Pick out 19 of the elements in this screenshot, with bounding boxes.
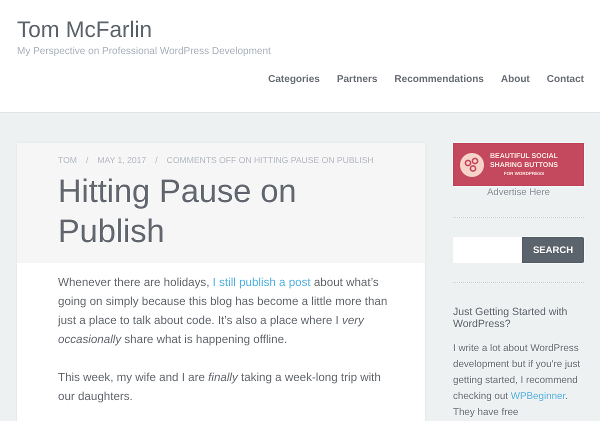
advertise-link[interactable]: Advertise Here — [453, 187, 584, 198]
search-button[interactable]: SEARCH — [522, 237, 584, 263]
share-icon — [460, 152, 484, 176]
nav-link[interactable]: Recommendations — [394, 74, 484, 85]
post-title: Hitting Pause on Publish — [58, 172, 298, 251]
post-paragraph: Whenever there are holidays, I still publish a post about what’s going on simply because this blog has become a little more than just a place to talk about code. It’s also a place where I very occasionally share what is happening offline. — [58, 275, 388, 348]
nav-link[interactable]: Partners — [336, 74, 378, 85]
site-title[interactable]: Tom McFarlin — [17, 15, 584, 45]
nav-link[interactable]: Categories — [268, 74, 320, 85]
widget-title: Just Getting Started with WordPress? — [453, 306, 568, 330]
meta-separator: / — [155, 155, 158, 165]
nav-link[interactable]: Contact — [546, 74, 584, 85]
nav-link[interactable]: About — [500, 74, 530, 85]
site-tagline: My Perspective on Professional WordPress Development — [17, 46, 272, 57]
widget-paragraph: I write a lot about WordPress development but if you're just getting started, I recommend checking out WPBeginner. They have free — [453, 342, 582, 420]
search-field[interactable] — [453, 237, 522, 263]
post-paragraph: This week, my wife and I are finally taking a week-long trip with our daughters. — [58, 370, 382, 405]
meta-separator: / — [86, 155, 88, 165]
post-meta: TOM — [58, 155, 77, 165]
